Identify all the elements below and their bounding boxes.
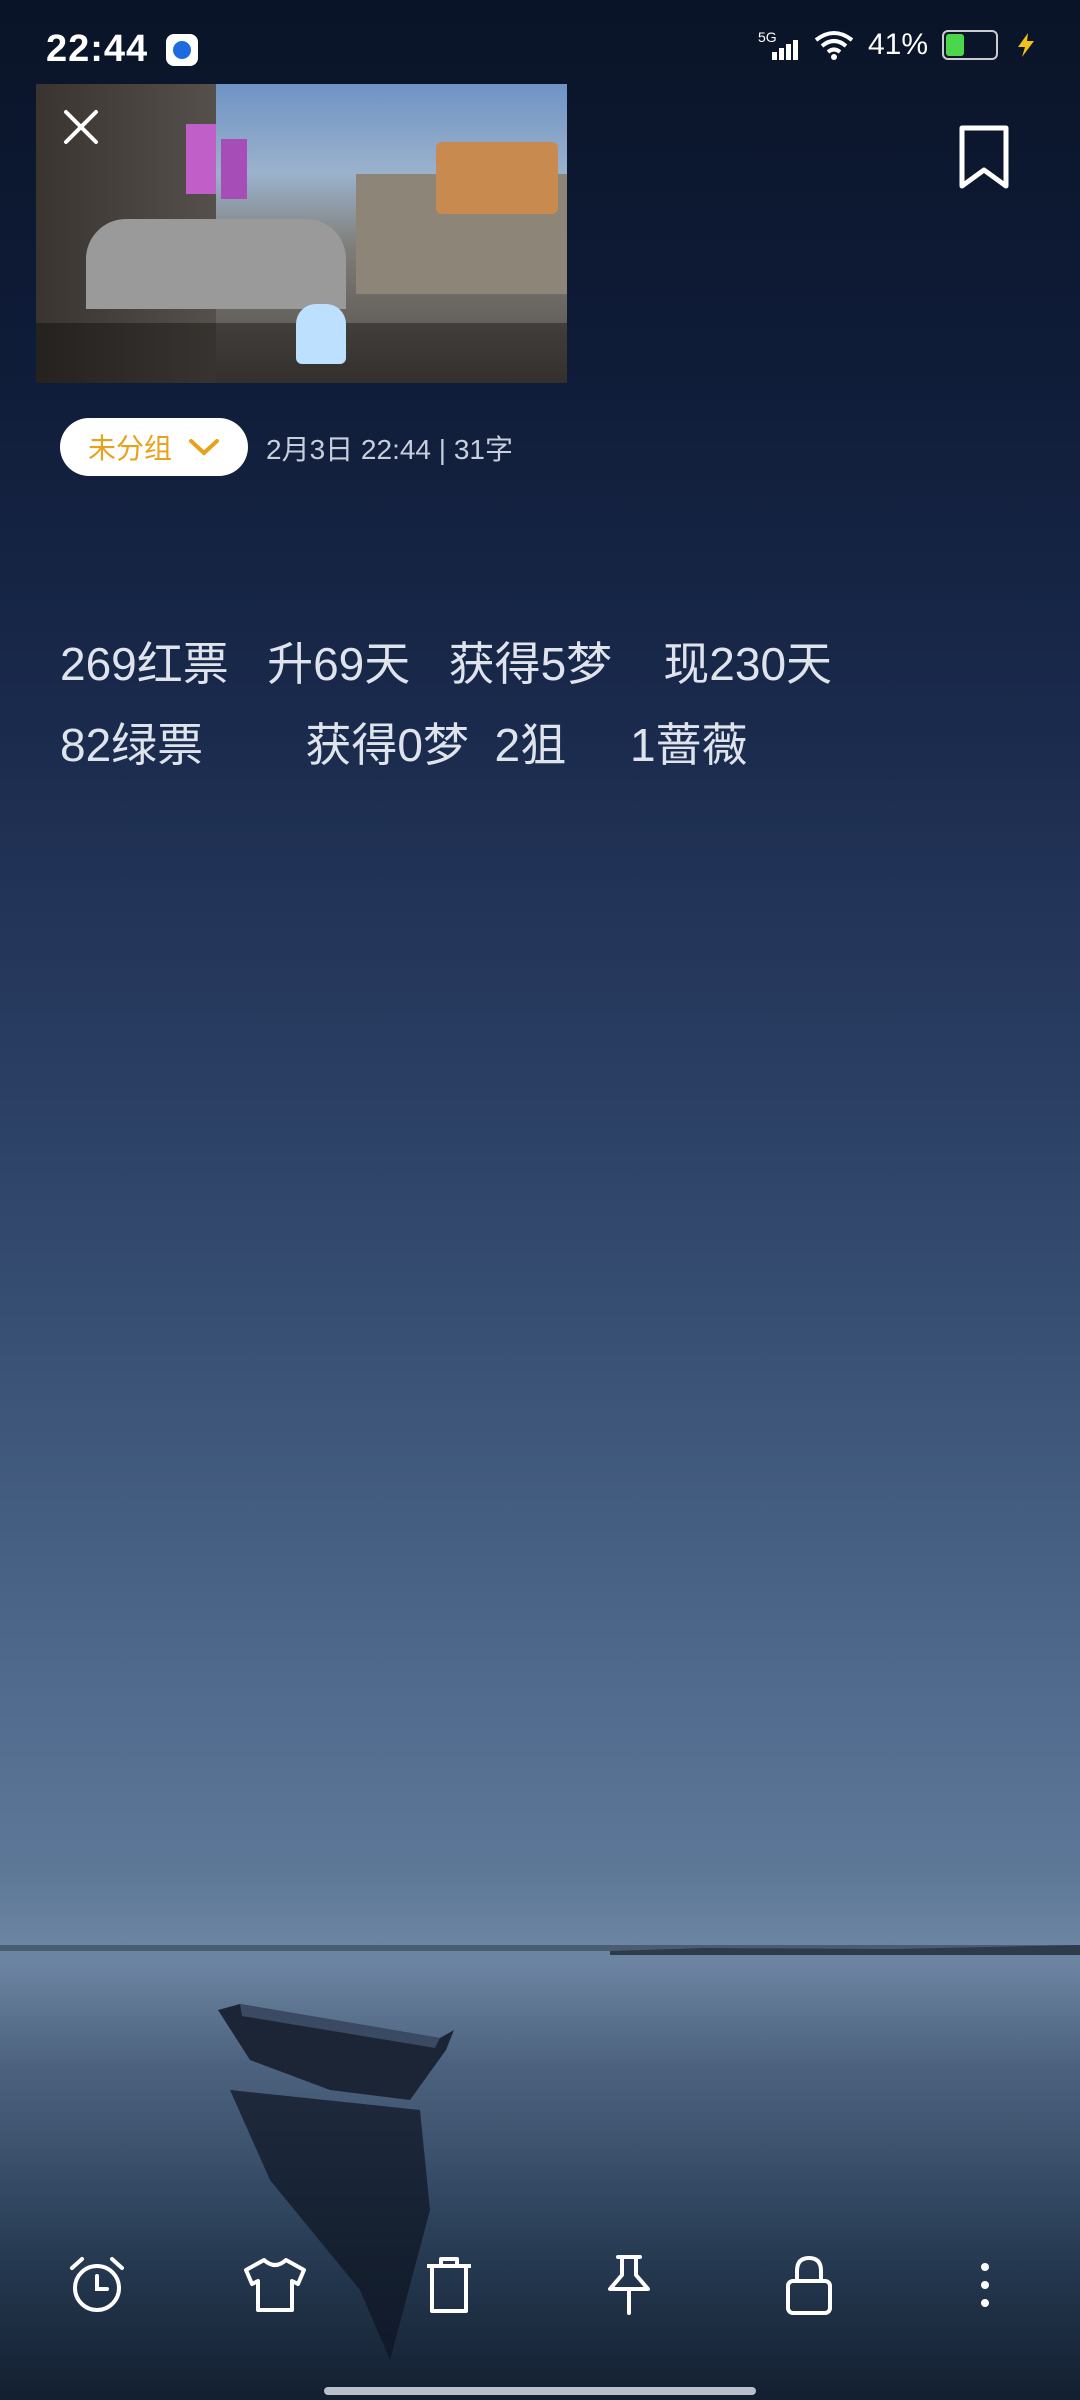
more-icon: [981, 2263, 989, 2307]
app-notification-icon: [166, 34, 198, 66]
delete-button[interactable]: [414, 2240, 484, 2330]
chevron-down-icon: [189, 439, 219, 456]
lock-button[interactable]: [774, 2240, 844, 2330]
clock: 22:44: [46, 28, 149, 70]
lock-icon: [786, 2255, 832, 2315]
pin-icon: [608, 2255, 650, 2315]
category-label: 未分组: [87, 433, 172, 464]
category-chip[interactable]: 未分组: [60, 418, 248, 476]
bottom-toolbar: [0, 2240, 1080, 2340]
home-indicator[interactable]: [324, 2387, 756, 2395]
charging-icon: [1018, 33, 1034, 57]
wifi-icon: [814, 31, 854, 60]
note-meta: 2月3日 22:44 | 31字: [266, 434, 513, 465]
reminder-button[interactable]: [62, 2240, 132, 2330]
battery-percent: 41%: [867, 28, 928, 61]
bookmark-icon[interactable]: [956, 124, 1012, 190]
shirt-icon: [244, 2258, 306, 2312]
svg-text:5G: 5G: [758, 29, 777, 45]
battery-icon: [942, 30, 998, 60]
alarm-icon: [70, 2257, 124, 2312]
signal-icon: 5G: [758, 29, 798, 60]
trash-icon: [427, 2257, 471, 2313]
close-icon[interactable]: [58, 104, 104, 150]
theme-button[interactable]: [240, 2240, 310, 2330]
system-indicators: 5G 41%: [758, 28, 1040, 62]
more-button[interactable]: [950, 2240, 1020, 2330]
attached-screenshot-thumbnail[interactable]: [36, 84, 567, 383]
note-text-line[interactable]: 82绿票 获得0梦 2狙 1蔷薇: [60, 709, 748, 775]
note-text-line[interactable]: 269红票 升69天 获得5梦 现230天: [60, 628, 832, 694]
pin-button[interactable]: [594, 2240, 664, 2330]
